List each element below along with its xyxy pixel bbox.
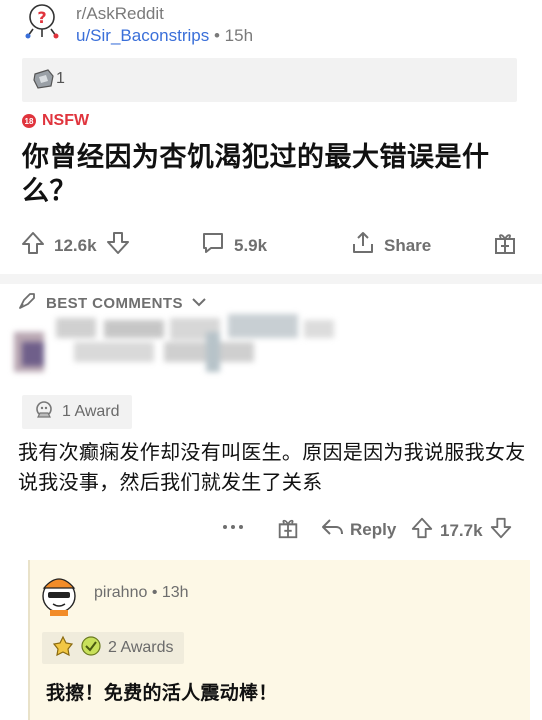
gift-icon: [276, 516, 300, 545]
svg-text:?: ?: [37, 8, 46, 27]
chevron-down-icon: [191, 295, 207, 312]
comment-vote-group: 17.7k: [410, 516, 513, 545]
gift-icon: [492, 230, 518, 261]
more-options-icon[interactable]: [220, 516, 246, 538]
medal-icon: [52, 635, 74, 662]
comment-gift-button[interactable]: [276, 516, 300, 545]
post-author[interactable]: u/Sir_Baconstrips: [76, 26, 209, 45]
downvote-icon[interactable]: [105, 230, 131, 261]
reply-author[interactable]: pirahno: [94, 584, 147, 601]
post-time: 15h: [224, 26, 254, 45]
post-actions: 12.6k 5.9k Share: [16, 230, 526, 264]
reply-author-line: pirahno • 13h: [94, 584, 189, 602]
reply-awards[interactable]: 2 Awards: [42, 632, 184, 664]
section-divider: [0, 274, 542, 284]
subreddit-name[interactable]: r/AskReddit: [76, 4, 164, 24]
comment-award-label: 1 Award: [62, 403, 120, 420]
comment-score: 17.7k: [440, 520, 483, 540]
comment-count: 5.9k: [234, 235, 268, 255]
upvote-icon[interactable]: [20, 230, 46, 261]
share-label: Share: [384, 235, 432, 255]
post-award-count: 1: [56, 70, 65, 87]
vote-group: 12.6k: [20, 230, 131, 261]
nsfw-tag: 18 NSFW: [22, 112, 89, 130]
reply-button[interactable]: Reply: [320, 516, 396, 543]
comments-button[interactable]: 5.9k: [200, 230, 267, 261]
share-button[interactable]: Share: [350, 230, 431, 261]
share-icon: [350, 230, 376, 261]
blurred-commenter-info: [14, 312, 394, 380]
downvote-icon[interactable]: [489, 516, 513, 545]
avatar[interactable]: [36, 572, 82, 618]
award-icon: [32, 399, 56, 426]
give-award-button[interactable]: [492, 230, 518, 261]
post-title[interactable]: 你曾经因为杏饥渴犯过的最大错误是什么？: [22, 140, 517, 208]
helpful-award-icon: [80, 635, 102, 662]
comment-actions: Reply 17.7k: [220, 514, 530, 544]
reply-time: 13h: [161, 584, 189, 601]
separator-dot: •: [213, 26, 225, 45]
post-author-line: u/Sir_Baconstrips • 15h: [76, 26, 253, 46]
post-awards-bar[interactable]: 1: [22, 58, 517, 102]
award-icon: [32, 68, 56, 95]
nsfw-icon: 18: [22, 114, 36, 128]
comment-awards[interactable]: 1 Award: [22, 395, 132, 429]
sort-label: BEST COMMENTS: [46, 294, 183, 312]
comment-body: 我有次癫痫发作却没有叫医生。原因是因为我说服我女友说我没事，然后我们就发生了关系: [18, 442, 526, 494]
subreddit-icon[interactable]: ?: [22, 2, 62, 40]
separator-dot: •: [151, 584, 162, 601]
comment-icon: [200, 230, 226, 261]
upvote-icon[interactable]: [410, 516, 434, 545]
nsfw-label: NSFW: [42, 112, 90, 129]
reply-label: Reply: [350, 519, 397, 539]
reply-award-label: 2 Awards: [108, 639, 174, 656]
reply-body: 我擦！免费的活人震动棒！: [46, 683, 278, 704]
post-score: 12.6k: [54, 235, 97, 255]
reply-icon: [320, 516, 344, 543]
